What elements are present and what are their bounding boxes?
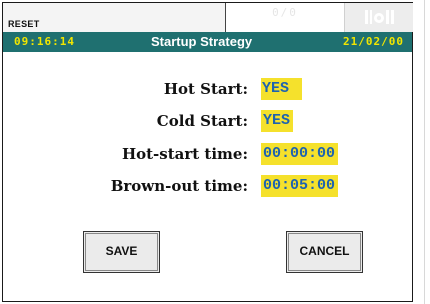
counter-value: 0/0 [272, 6, 298, 19]
signal-bars-icon [365, 10, 394, 24]
reset-label: RESET [8, 19, 40, 29]
edge-divider [424, 0, 425, 304]
page-title: Startup Strategy [151, 34, 253, 49]
hot-start-time-value[interactable]: 00:00:00 [261, 143, 339, 165]
hot-start-label: Hot Start: [163, 80, 248, 98]
hot-start-time-label: Hot-start time: [121, 145, 248, 163]
brown-out-time-row: Brown-out time: 00:05:00 [3, 174, 412, 198]
status-panel [344, 3, 413, 32]
save-button-label: SAVE [105, 244, 138, 258]
clock-time: 09:16:14 [14, 35, 75, 48]
brown-out-time-label: Brown-out time: [110, 177, 248, 195]
cold-start-label: Cold Start: [156, 112, 248, 130]
title-bar: 09:16:14 Startup Strategy 21/02/00 [3, 32, 412, 52]
message-counter: 0/0 [226, 3, 344, 32]
hot-start-row: Hot Start: YES [3, 77, 412, 101]
clock-date: 21/02/00 [343, 35, 404, 48]
cold-start-row: Cold Start: YES [3, 109, 412, 133]
reset-button[interactable]: RESET [3, 3, 226, 32]
hot-start-value[interactable]: YES [261, 78, 302, 100]
top-bar: RESET 0/0 [3, 3, 413, 32]
cancel-button-label: CANCEL [299, 244, 350, 258]
cancel-button[interactable]: CANCEL [286, 231, 363, 273]
cold-start-value[interactable]: YES [261, 110, 294, 132]
device-screen: RESET 0/0 09:16:14 Startup Strategy 21/0… [2, 2, 413, 302]
hot-start-time-row: Hot-start time: 00:00:00 [3, 142, 412, 166]
save-button[interactable]: SAVE [83, 231, 160, 273]
brown-out-time-value[interactable]: 00:05:00 [261, 175, 339, 197]
